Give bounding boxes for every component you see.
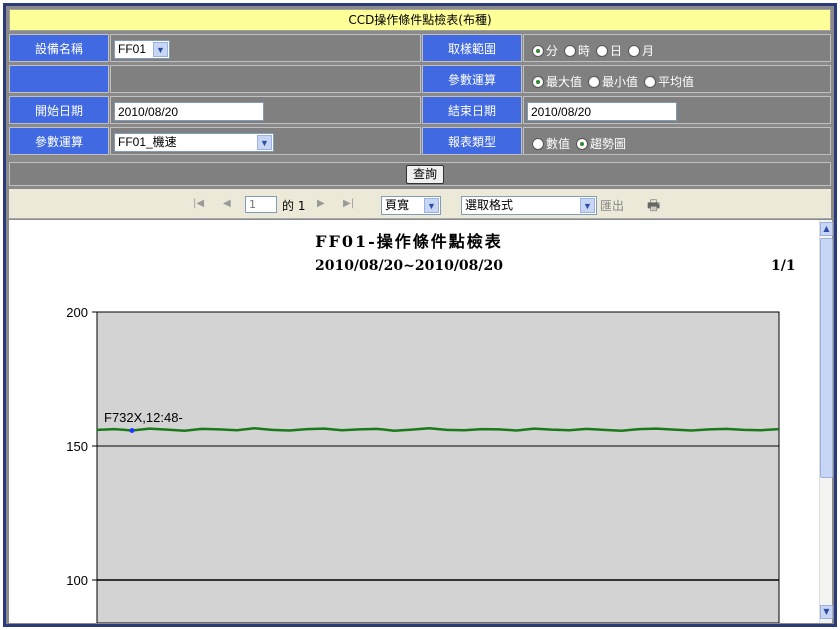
equip-cell: FF01 ▼: [110, 34, 421, 62]
form-row-1: 設備名稱 FF01 ▼ 取樣範圍 分 時 日 月: [6, 34, 831, 64]
range-radio-3[interactable]: 月: [628, 42, 654, 59]
start-date-label: 開始日期: [9, 96, 109, 124]
equip-select-value: FF01: [118, 42, 147, 56]
range-radio-label: 分: [546, 44, 559, 58]
chevron-down-icon: ▼: [257, 135, 272, 150]
zoom-select[interactable]: 頁寬 ▼: [381, 196, 441, 215]
first-page-icon[interactable]: |◀: [193, 198, 204, 209]
end-date-input[interactable]: [527, 102, 677, 121]
radio-circle-icon[interactable]: [532, 45, 544, 57]
page-title: CCD操作條件點檢表(布種): [9, 9, 831, 31]
radio-circle-icon[interactable]: [576, 138, 589, 150]
equip-select[interactable]: FF01 ▼: [114, 40, 170, 59]
report-toolbar: |◀ ◀ 1 的 1 ▶ ▶| 頁寬 ▼ 選取格式 ▼ 匯出 🖶: [9, 189, 831, 219]
report-viewer: FF01-操作條件點檢表 2010/08/20~2010/08/20 1/1 1…: [9, 220, 819, 623]
param-select-value: FF01_機速: [118, 135, 177, 149]
scroll-down-icon[interactable]: ▼: [820, 605, 833, 619]
radio-circle-icon[interactable]: [564, 45, 577, 57]
y-tick-label: 100: [66, 573, 88, 588]
start-date-input[interactable]: [114, 102, 264, 121]
calc-radio-1[interactable]: 最小值: [588, 73, 638, 90]
print-icon[interactable]: 🖶: [647, 195, 660, 219]
format-select[interactable]: 選取格式 ▼: [461, 196, 597, 215]
range-radio-label: 時: [578, 44, 591, 58]
radio-circle-icon[interactable]: [628, 45, 641, 57]
report-type-radio-1[interactable]: 趨勢圖: [576, 135, 626, 152]
range-radio-0[interactable]: 分: [532, 42, 558, 59]
chevron-down-icon: ▼: [424, 198, 439, 213]
radio-circle-icon[interactable]: [532, 138, 544, 150]
report-type-radio-label: 趨勢圖: [590, 137, 627, 151]
scroll-up-icon[interactable]: ▲: [820, 222, 833, 236]
trend-chart: 100 150 200 F732X,12:48-: [66, 305, 780, 623]
chevron-down-icon: ▼: [580, 198, 595, 213]
empty-label: [9, 65, 109, 93]
range-radio-label: 日: [610, 44, 623, 58]
scroll-thumb[interactable]: [820, 238, 833, 478]
y-tick-label: 150: [66, 439, 88, 454]
plot-area: [96, 311, 780, 623]
form-row-2: 參數運算 最大值 最小值 平均值: [6, 65, 831, 95]
empty-cell: [110, 65, 421, 93]
param-label: 參數運算: [9, 127, 109, 155]
param-select[interactable]: FF01_機速 ▼: [114, 133, 274, 152]
report-type-radio-0[interactable]: 數值: [532, 135, 570, 152]
chevron-down-icon: ▼: [153, 42, 168, 57]
calc-cell: 最大值 最小值 平均值: [523, 65, 831, 93]
radio-circle-icon[interactable]: [588, 76, 601, 88]
end-date-label: 結束日期: [422, 96, 522, 124]
report-type-radio-group[interactable]: 數值 趨勢圖: [532, 135, 632, 152]
main-window: CCD操作條件點檢表(布種) 設備名稱 FF01 ▼ 取樣範圍 分 時 日 月 參數運…: [3, 3, 837, 627]
equip-label: 設備名稱: [9, 34, 109, 62]
start-date-cell: [110, 96, 421, 124]
export-link[interactable]: 匯出: [600, 197, 624, 214]
query-button[interactable]: 查詢: [406, 165, 444, 184]
annotation-label: F732X,12:48-: [104, 410, 183, 425]
calc-radio-label: 平均值: [658, 75, 695, 89]
range-label: 取樣範圍: [422, 34, 522, 62]
report-type-cell: 數值 趨勢圖: [523, 127, 831, 155]
prev-page-icon[interactable]: ◀: [223, 198, 231, 209]
radio-circle-icon[interactable]: [644, 76, 657, 88]
radio-circle-icon[interactable]: [532, 76, 544, 88]
calc-radio-label: 最大值: [546, 75, 583, 89]
last-page-icon[interactable]: ▶|: [343, 198, 354, 209]
form-row-3: 開始日期 結束日期: [6, 96, 831, 126]
end-date-cell: [523, 96, 831, 124]
range-cell: 分時日月: [523, 34, 831, 62]
radio-circle-icon[interactable]: [596, 45, 609, 57]
calc-radio-2[interactable]: 平均值: [644, 73, 694, 90]
param-calc-label: 參數運算: [422, 65, 522, 93]
format-select-value: 選取格式: [465, 198, 514, 212]
form-row-4: 參數運算 FF01_機速 ▼ 報表類型 數值 趨勢圖: [6, 127, 831, 157]
calc-radio-label: 最小值: [602, 75, 639, 89]
range-radio-1[interactable]: 時: [564, 42, 590, 59]
y-tick-label: 200: [66, 305, 88, 320]
calc-radio-group[interactable]: 最大值 最小值 平均值: [532, 73, 700, 90]
param-cell: FF01_機速 ▼: [110, 127, 421, 155]
zoom-select-value: 頁寬: [385, 198, 410, 212]
calc-radio-0[interactable]: 最大值: [532, 73, 582, 90]
query-row: 查詢: [9, 162, 831, 186]
page-number-input[interactable]: 1: [245, 196, 277, 213]
report-type-radio-label: 數值: [546, 137, 571, 151]
page-count-label: 的 1: [282, 199, 306, 213]
report-scrollbar[interactable]: ▲ ▼: [819, 220, 833, 623]
range-radio-2[interactable]: 日: [596, 42, 622, 59]
data-point: [129, 427, 135, 433]
report-type-label: 報表類型: [422, 127, 522, 155]
range-radio-group[interactable]: 分時日月: [532, 42, 660, 59]
series-line: [96, 427, 780, 432]
next-page-icon[interactable]: ▶: [317, 198, 325, 209]
range-radio-label: 月: [642, 44, 655, 58]
